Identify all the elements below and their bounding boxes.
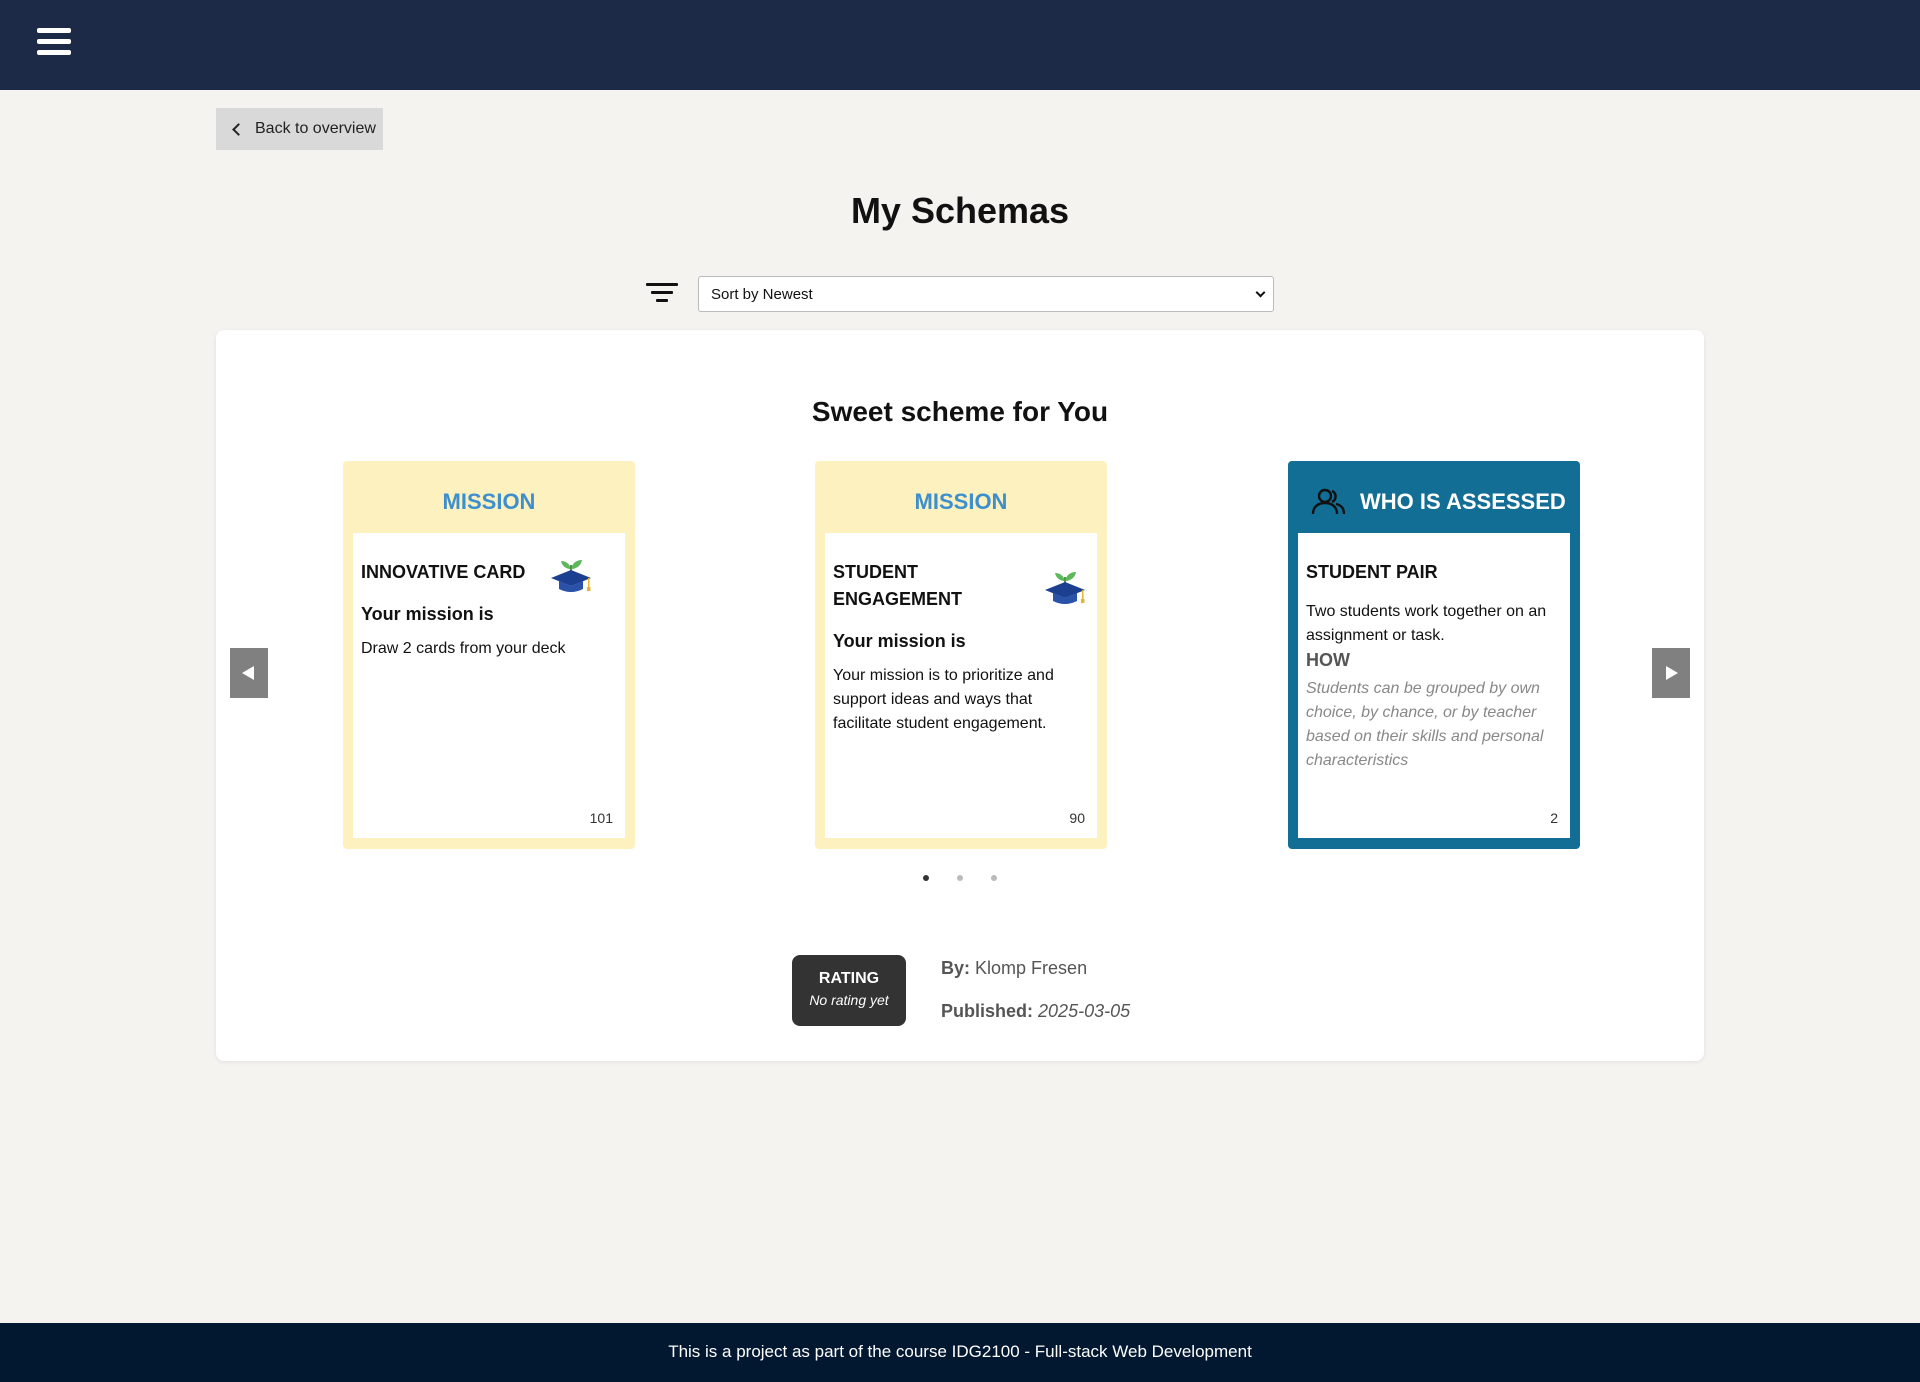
- card-body: STUDENT ENGAGEMENT Your mission is Your …: [825, 533, 1097, 838]
- who-is-assessed-card[interactable]: WHO IS ASSESSED STUDENT PAIR Two student…: [1288, 461, 1580, 849]
- pagination-dot-3[interactable]: [991, 875, 997, 881]
- mission-label: Your mission is: [361, 604, 494, 624]
- chevron-down-icon: [1255, 287, 1266, 298]
- card-body: STUDENT PAIR Two students work together …: [1298, 533, 1570, 838]
- card-number: 2: [1550, 810, 1558, 826]
- card-name: STUDENT ENGAGEMENT: [833, 562, 963, 609]
- card-description: Draw 2 cards from your deck: [361, 640, 566, 657]
- hamburger-menu-icon[interactable]: [37, 28, 71, 60]
- mission-card[interactable]: MISSION STUDENT ENGAGEMENT Your mission …: [815, 461, 1107, 849]
- published-info: Published: 2025-03-05: [941, 1001, 1130, 1022]
- arrow-right-icon: [1666, 666, 1678, 680]
- sort-select[interactable]: Sort by Newest: [698, 276, 1274, 312]
- footer-text: This is a project as part of the course …: [668, 1342, 1252, 1361]
- how-description: Students can be grouped by own choice, b…: [1306, 680, 1544, 769]
- card-category-header: WHO IS ASSESSED: [1298, 471, 1570, 533]
- scheme-panel: Sweet scheme for You MISSION INNOVATIVE …: [216, 330, 1704, 1061]
- pagination-dot-2[interactable]: [957, 875, 963, 881]
- arrow-left-icon: [242, 666, 254, 680]
- top-navbar: [0, 0, 1920, 90]
- card-category: WHO IS ASSESSED: [1360, 489, 1566, 514]
- how-label: HOW: [1306, 650, 1350, 670]
- card-number: 101: [589, 810, 613, 826]
- author-name: Klomp Fresen: [975, 958, 1088, 978]
- chevron-left-icon: [232, 122, 245, 136]
- carousel-pagination: [216, 875, 1704, 881]
- mission-card[interactable]: MISSION INNOVATIVE CARD Your mission is …: [343, 461, 635, 849]
- author-label: By:: [941, 958, 971, 978]
- graduation-cap-sprout-icon: [551, 560, 591, 592]
- people-icon: [1311, 488, 1346, 515]
- carousel-prev-button[interactable]: [230, 648, 268, 698]
- carousel-next-button[interactable]: [1652, 648, 1690, 698]
- footer: This is a project as part of the course …: [0, 1323, 1920, 1382]
- card-number: 90: [1069, 810, 1085, 826]
- card-body: INNOVATIVE CARD Your mission is Draw 2 c…: [353, 533, 625, 838]
- author-info: By: Klomp Fresen: [941, 958, 1087, 979]
- rating-badge: RATING No rating yet: [792, 955, 906, 1026]
- pagination-dot-1[interactable]: [923, 875, 929, 881]
- published-label: Published:: [941, 1001, 1034, 1021]
- card-description: Two students work together on an assignm…: [1306, 603, 1547, 644]
- sort-selected-value: Sort by Newest: [711, 285, 813, 303]
- published-date: 2025-03-05: [1038, 1001, 1131, 1021]
- mission-label: Your mission is: [833, 631, 966, 651]
- card-name: STUDENT PAIR: [1306, 562, 1438, 582]
- back-button-label: Back to overview: [255, 120, 376, 137]
- back-to-overview-button[interactable]: Back to overview: [216, 108, 383, 150]
- scheme-title: Sweet scheme for You: [811, 396, 1109, 427]
- card-category: MISSION: [914, 489, 1008, 514]
- graduation-cap-sprout-icon: [1045, 572, 1085, 604]
- card-category: MISSION: [442, 489, 536, 514]
- rating-value: No rating yet: [809, 992, 889, 1008]
- page-title: My Schemas: [850, 190, 1070, 231]
- card-description: Your mission is to prioritize and suppor…: [833, 667, 1054, 732]
- rating-title: RATING: [818, 970, 880, 987]
- card-name: INNOVATIVE CARD: [361, 562, 526, 582]
- filter-icon[interactable]: [646, 283, 678, 305]
